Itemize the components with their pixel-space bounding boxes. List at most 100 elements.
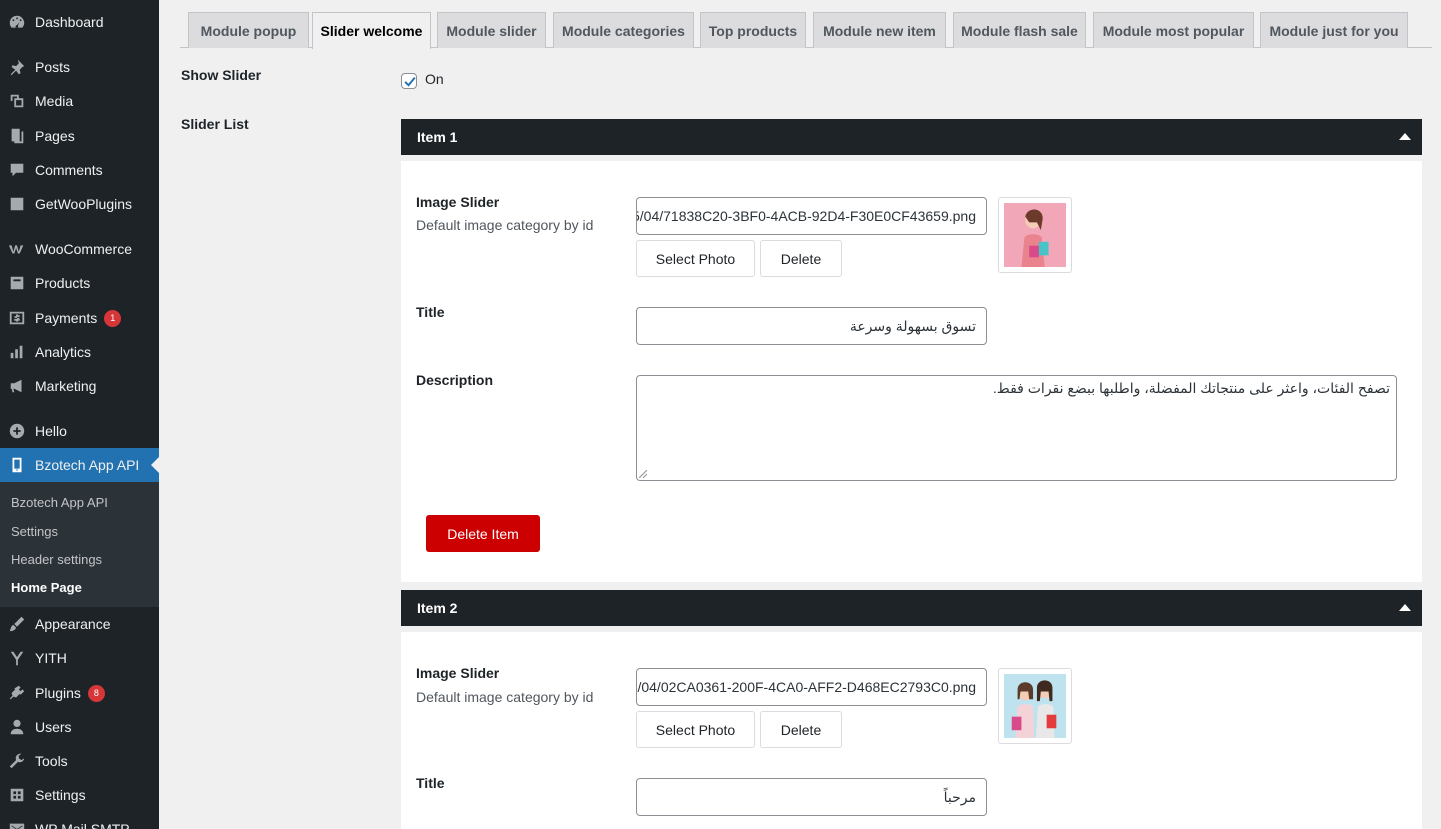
slider-image-thumbnail	[998, 197, 1072, 273]
show-slider-label: Show Slider	[181, 67, 262, 83]
sidebar-item-yith[interactable]: YITH	[0, 641, 159, 675]
sidebar-label: WP Mail SMTP	[35, 821, 130, 829]
image-slider-description: Default image category by id	[416, 217, 594, 233]
collapse-arrow-icon[interactable]	[1399, 604, 1411, 611]
resize-handle-icon[interactable]	[639, 470, 647, 478]
bar-chart-icon	[7, 342, 27, 362]
chart-icon	[7, 194, 27, 214]
submenu-item-header-settings[interactable]: Header settings	[11, 552, 102, 567]
sidebar-item-hello[interactable]: Hello	[0, 414, 159, 448]
wrench-icon	[7, 751, 27, 771]
media-icon	[7, 91, 27, 111]
title-input[interactable]: مرحباً	[636, 778, 987, 816]
sidebar-item-pages[interactable]: Pages	[0, 119, 159, 153]
shopping-woman-image	[1004, 203, 1066, 267]
submenu-item-bzotech-app-api[interactable]: Bzotech App API	[11, 495, 108, 510]
submenu-item-settings[interactable]: Settings	[11, 524, 58, 539]
checkmark-icon	[404, 76, 416, 87]
description-textarea[interactable]: تصفح الفئات، واعثر على منتجاتك المفضلة، …	[636, 375, 1397, 481]
admin-sidebar: Dashboard Posts Media Pages Comments Get…	[0, 0, 159, 829]
sidebar-item-settings[interactable]: Settings	[0, 778, 159, 812]
title-input[interactable]: تسوق بسهولة وسرعة	[636, 307, 987, 345]
sidebar-item-posts[interactable]: Posts	[0, 50, 159, 84]
select-photo-button[interactable]: Select Photo	[636, 240, 755, 277]
sidebar-item-plugins[interactable]: Plugins 8	[0, 676, 159, 710]
sidebar-label: Bzotech App API	[35, 457, 140, 473]
sidebar-label: Comments	[35, 162, 103, 178]
show-slider-value: On	[425, 71, 444, 87]
sidebar-label: Payments	[35, 310, 98, 326]
tab-module-popup[interactable]: Module popup	[188, 12, 309, 48]
sidebar-label: YITH	[35, 650, 67, 666]
sidebar-label: Products	[35, 275, 91, 291]
payment-icon	[7, 308, 27, 328]
pages-icon	[7, 126, 27, 146]
sidebar-item-products[interactable]: Products	[0, 266, 159, 300]
sidebar-item-getwooplugins[interactable]: GetWooPlugins	[0, 187, 159, 221]
image-slider-label: Image Slider	[416, 194, 500, 210]
sidebar-label: Marketing	[35, 378, 97, 394]
sidebar-item-bzotech-app-api[interactable]: Bzotech App API	[0, 448, 159, 482]
sidebar-item-marketing[interactable]: Marketing	[0, 369, 159, 403]
image-url-input[interactable]: https://demo.bzotech.com/wp-content/uplo…	[636, 197, 987, 235]
tab-module-flash-sale[interactable]: Module flash sale	[953, 12, 1086, 48]
woo-icon	[7, 239, 27, 259]
tab-module-categories[interactable]: Module categories	[553, 12, 694, 48]
image-slider-description: Default image category by id	[416, 689, 594, 705]
slider-item-1-header[interactable]: Item 1	[401, 119, 1422, 155]
sidebar-label: Pages	[35, 128, 75, 144]
sidebar-label: Settings	[35, 787, 86, 803]
user-icon	[7, 717, 27, 737]
submenu-item-home-page[interactable]: Home Page	[11, 580, 82, 595]
tab-top-products[interactable]: Top products	[700, 12, 806, 48]
archive-icon	[7, 273, 27, 293]
delete-item-button[interactable]: Delete Item	[426, 515, 540, 552]
show-slider-checkbox[interactable]	[401, 73, 417, 89]
sidebar-item-users[interactable]: Users	[0, 710, 159, 744]
delete-photo-button[interactable]: Delete	[760, 240, 842, 277]
tab-module-just-for-you[interactable]: Module just for you	[1260, 12, 1408, 48]
slider-image-thumbnail	[998, 668, 1072, 744]
sidebar-item-tools[interactable]: Tools	[0, 744, 159, 778]
sidebar-item-dashboard[interactable]: Dashboard	[0, 5, 159, 39]
sidebar-label: Analytics	[35, 344, 92, 360]
select-photo-button[interactable]: Select Photo	[636, 711, 755, 748]
sidebar-label: Posts	[35, 59, 71, 75]
tab-slider-welcome[interactable]: Slider welcome	[312, 12, 431, 49]
image-url-input[interactable]: https://demo.bzotech.com/wp-content/uplo…	[636, 668, 987, 706]
sidebar-label: Hello	[35, 423, 67, 439]
collapse-arrow-icon[interactable]	[1399, 133, 1411, 140]
slider-item-2-header[interactable]: Item 2	[401, 590, 1422, 626]
sidebar-label: Appearance	[35, 616, 111, 632]
dashboard-icon	[7, 12, 27, 32]
slider-item-2-body: Image Slider Default image category by i…	[401, 632, 1422, 829]
title-label: Title	[416, 775, 445, 791]
sidebar-label: Media	[35, 93, 74, 109]
tab-module-most-popular[interactable]: Module most popular	[1093, 12, 1254, 48]
two-women-image	[1004, 674, 1066, 738]
sidebar-label: GetWooPlugins	[35, 196, 133, 212]
settings-icon	[7, 785, 27, 805]
tab-module-slider[interactable]: Module slider	[437, 12, 546, 48]
sidebar-item-woocommerce[interactable]: WooCommerce	[0, 232, 159, 266]
sidebar-item-appearance[interactable]: Appearance	[0, 607, 159, 641]
sidebar-item-wp-mail-smtp[interactable]: WP Mail SMTP	[0, 812, 159, 829]
sidebar-item-analytics[interactable]: Analytics	[0, 335, 159, 369]
tab-module-new-item[interactable]: Module new item	[813, 12, 946, 48]
yith-icon	[7, 648, 27, 668]
mobile-icon	[7, 455, 27, 475]
sidebar-item-payments[interactable]: Payments 1	[0, 301, 159, 335]
description-label: Description	[416, 372, 494, 388]
megaphone-icon	[7, 376, 27, 396]
update-count-badge: 8	[87, 684, 105, 702]
plug-icon	[7, 683, 27, 703]
update-count-badge: 1	[104, 309, 122, 327]
mail-icon	[7, 819, 27, 829]
slider-list-label: Slider List	[181, 116, 249, 132]
item-title: Item 2	[417, 600, 458, 616]
sidebar-item-media[interactable]: Media	[0, 84, 159, 118]
delete-photo-button[interactable]: Delete	[760, 711, 842, 748]
sidebar-label: Plugins	[35, 685, 81, 701]
image-slider-label: Image Slider	[416, 665, 500, 681]
sidebar-item-comments[interactable]: Comments	[0, 153, 159, 187]
